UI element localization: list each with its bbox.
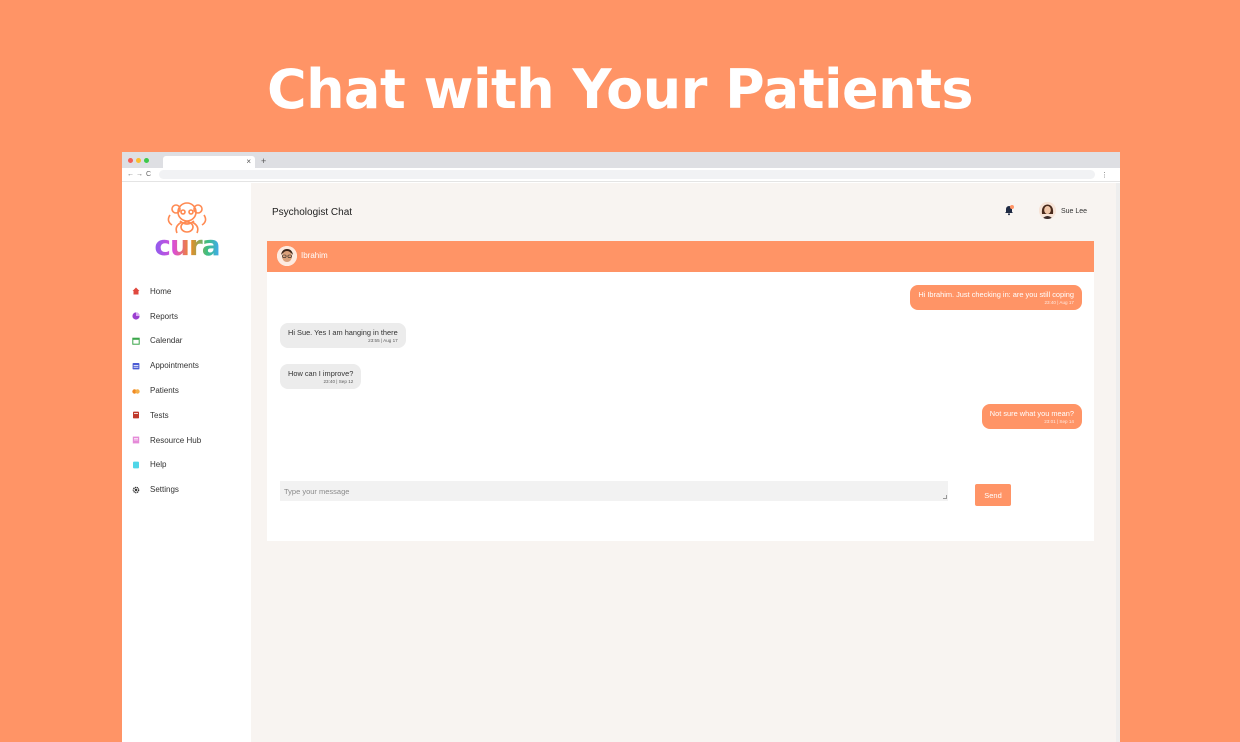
help-icon	[132, 461, 140, 469]
chat-header: Ibrahim	[267, 241, 1094, 272]
resource-hub-icon	[132, 436, 140, 444]
browser-addressbar: ← → C ⋮	[122, 168, 1120, 182]
sidebar-item-label: Home	[150, 286, 172, 296]
message-time: 23:40 | Sep 12	[323, 379, 354, 384]
calendar-icon	[132, 337, 140, 345]
sidebar-item-patients[interactable]: Patients	[132, 378, 201, 403]
message-incoming: Hi Sue. Yes I am hanging in there 23:55 …	[280, 323, 406, 348]
banner-title: Chat with Your Patients	[266, 58, 974, 121]
message-text: Not sure what you mean?	[989, 409, 1074, 418]
browser-window: × + ← → C ⋮ cura Home Reports Calendar A…	[122, 152, 1120, 742]
tests-icon	[132, 411, 140, 419]
message-time: 23:55 | Aug 17	[368, 338, 398, 343]
sidebar-item-calendar[interactable]: Calendar	[132, 329, 201, 354]
reports-icon	[132, 312, 140, 320]
logo-wordmark: cura	[152, 229, 222, 262]
sidebar-item-tests[interactable]: Tests	[132, 403, 201, 428]
browser-tabbar: × +	[122, 152, 1120, 168]
message-incoming: How can I improve? 23:40 | Sep 12	[280, 364, 362, 389]
sidebar-item-label: Appointments	[150, 361, 199, 371]
logo-wordmark-text: cura	[154, 229, 220, 262]
window-controls[interactable]	[122, 152, 155, 168]
sidebar-item-label: Settings	[150, 485, 179, 495]
message-outgoing: Not sure what you mean? 23:01 | Sep 14	[981, 404, 1082, 429]
sidebar-item-home[interactable]: Home	[132, 279, 201, 304]
close-window-dot[interactable]	[128, 157, 133, 163]
forward-icon[interactable]: →	[135, 171, 144, 178]
home-icon	[132, 287, 140, 295]
maximize-window-dot[interactable]	[144, 157, 149, 163]
page-title: Psychologist Chat	[272, 207, 353, 218]
sidebar-item-label: Resource Hub	[150, 435, 202, 445]
contact-avatar[interactable]	[277, 246, 297, 266]
sidebar-item-label: Tests	[150, 410, 169, 420]
back-icon[interactable]: ←	[126, 171, 135, 178]
message-outgoing: Hi Ibrahim. Just checking in: are you st…	[910, 285, 1082, 310]
sidebar-item-label: Patients	[150, 386, 179, 396]
sidebar-item-appointments[interactable]: Appointments	[132, 353, 201, 378]
bell-icon[interactable]	[1003, 204, 1015, 216]
url-input[interactable]	[159, 170, 1095, 179]
message-text: Hi Sue. Yes I am hanging in there	[288, 328, 398, 337]
sidebar-item-label: Calendar	[150, 336, 183, 346]
minimize-window-dot[interactable]	[136, 157, 141, 163]
message-time: 23:01 | Sep 14	[1044, 419, 1074, 424]
sidebar-item-label: Reports	[150, 311, 179, 321]
sidebar-item-reports[interactable]: Reports	[132, 304, 201, 329]
sidebar: cura Home Reports Calendar Appointments …	[122, 183, 251, 742]
chat-contact-name: Ibrahim	[301, 251, 328, 260]
patients-icon	[132, 387, 140, 395]
message-text: Hi Ibrahim. Just checking in: are you st…	[918, 290, 1074, 299]
sidebar-item-resource-hub[interactable]: Resource Hub	[132, 428, 201, 453]
chat-panel: Hi Ibrahim. Just checking in: are you st…	[267, 272, 1094, 541]
browser-menu-icon[interactable]: ⋮	[1101, 171, 1108, 179]
sidebar-item-help[interactable]: Help	[132, 453, 201, 478]
avatar[interactable]	[1039, 202, 1056, 219]
new-tab-icon[interactable]: +	[261, 154, 266, 168]
tab-close-icon[interactable]: ×	[246, 156, 251, 168]
message-time: 23:40 | Aug 17	[1044, 300, 1074, 305]
main-content: Psychologist Chat Sue Lee Ibrahim Hi Ibr…	[251, 183, 1116, 742]
appointments-icon	[132, 362, 140, 370]
sidebar-menu: Home Reports Calendar Appointments Patie…	[132, 279, 201, 502]
user-name[interactable]: Sue Lee	[1061, 208, 1087, 215]
message-input[interactable]	[280, 481, 948, 501]
sidebar-item-label: Help	[150, 460, 167, 470]
scrollbar[interactable]	[1116, 183, 1120, 742]
gear-icon	[132, 486, 140, 494]
sidebar-item-settings[interactable]: Settings	[132, 477, 201, 502]
message-text: How can I improve?	[288, 369, 354, 378]
browser-tab[interactable]: ×	[163, 156, 255, 168]
resize-handle-icon[interactable]	[943, 495, 947, 499]
send-button[interactable]: Send	[975, 484, 1011, 506]
reload-icon[interactable]: C	[144, 171, 153, 178]
